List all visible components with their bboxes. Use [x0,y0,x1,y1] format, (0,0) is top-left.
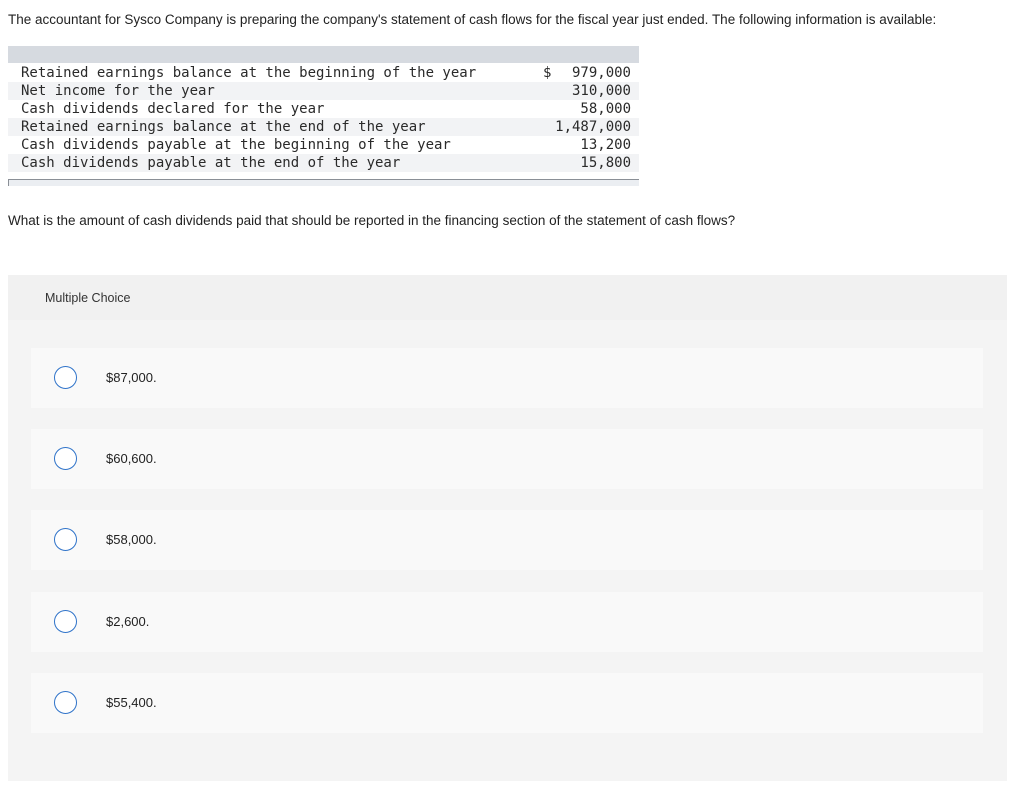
answer-option-label: $55,400. [106,695,157,710]
row-amount: 58,000 [580,101,631,117]
data-table: Retained earnings balance at the beginni… [8,46,639,186]
row-amount: 15,800 [580,155,631,171]
intro-text: The accountant for Sysco Company is prep… [8,12,937,27]
row-label: Cash dividends payable at the beginning … [21,137,451,153]
table-row: Retained earnings balance at the end of … [8,118,639,136]
row-label: Net income for the year [21,83,215,99]
row-amount: 1,487,000 [555,119,631,135]
row-label: Cash dividends payable at the end of the… [21,155,401,171]
radio-button[interactable] [54,366,77,389]
answer-option-label: $2,600. [106,614,150,629]
answer-option-label: $60,600. [106,451,157,466]
table-row: Cash dividends payable at the end of the… [8,154,639,172]
table-row: Cash dividends declared for the year 58,… [8,100,639,118]
multiple-choice-options: $87,000. $60,600. $58,000. $2,600. $55,4… [8,320,1007,781]
answer-option[interactable]: $60,600. [31,429,983,489]
table-header-bar [8,46,639,63]
table-footer-tick [8,179,9,186]
multiple-choice-header: Multiple Choice [8,275,1007,320]
question-text: What is the amount of cash dividends pai… [8,213,736,228]
row-label: Retained earnings balance at the end of … [21,119,426,135]
radio-button[interactable] [54,447,77,470]
answer-option[interactable]: $2,600. [31,592,983,652]
radio-button[interactable] [54,610,77,633]
table-rows: Retained earnings balance at the beginni… [8,64,639,172]
table-footer-rule [8,179,639,186]
radio-button[interactable] [54,691,77,714]
multiple-choice-title: Multiple Choice [45,291,131,305]
answer-option[interactable]: $55,400. [31,673,983,733]
row-amount: 979,000 [571,65,631,81]
row-amount: 13,200 [580,137,631,153]
table-row: Cash dividends payable at the beginning … [8,136,639,154]
currency-symbol: $ [543,65,552,81]
table-row: Net income for the year 310,000 [8,82,639,100]
answer-option[interactable]: $87,000. [31,348,983,408]
answer-option[interactable]: $58,000. [31,510,983,570]
row-label: Retained earnings balance at the beginni… [21,65,477,81]
multiple-choice-panel: Multiple Choice $87,000. $60,600. $58,00… [8,275,1007,781]
row-amount: 310,000 [571,83,631,99]
table-row: Retained earnings balance at the beginni… [8,64,639,82]
answer-option-label: $87,000. [106,370,157,385]
radio-button[interactable] [54,528,77,551]
row-label: Cash dividends declared for the year [21,101,325,117]
answer-option-label: $58,000. [106,532,157,547]
